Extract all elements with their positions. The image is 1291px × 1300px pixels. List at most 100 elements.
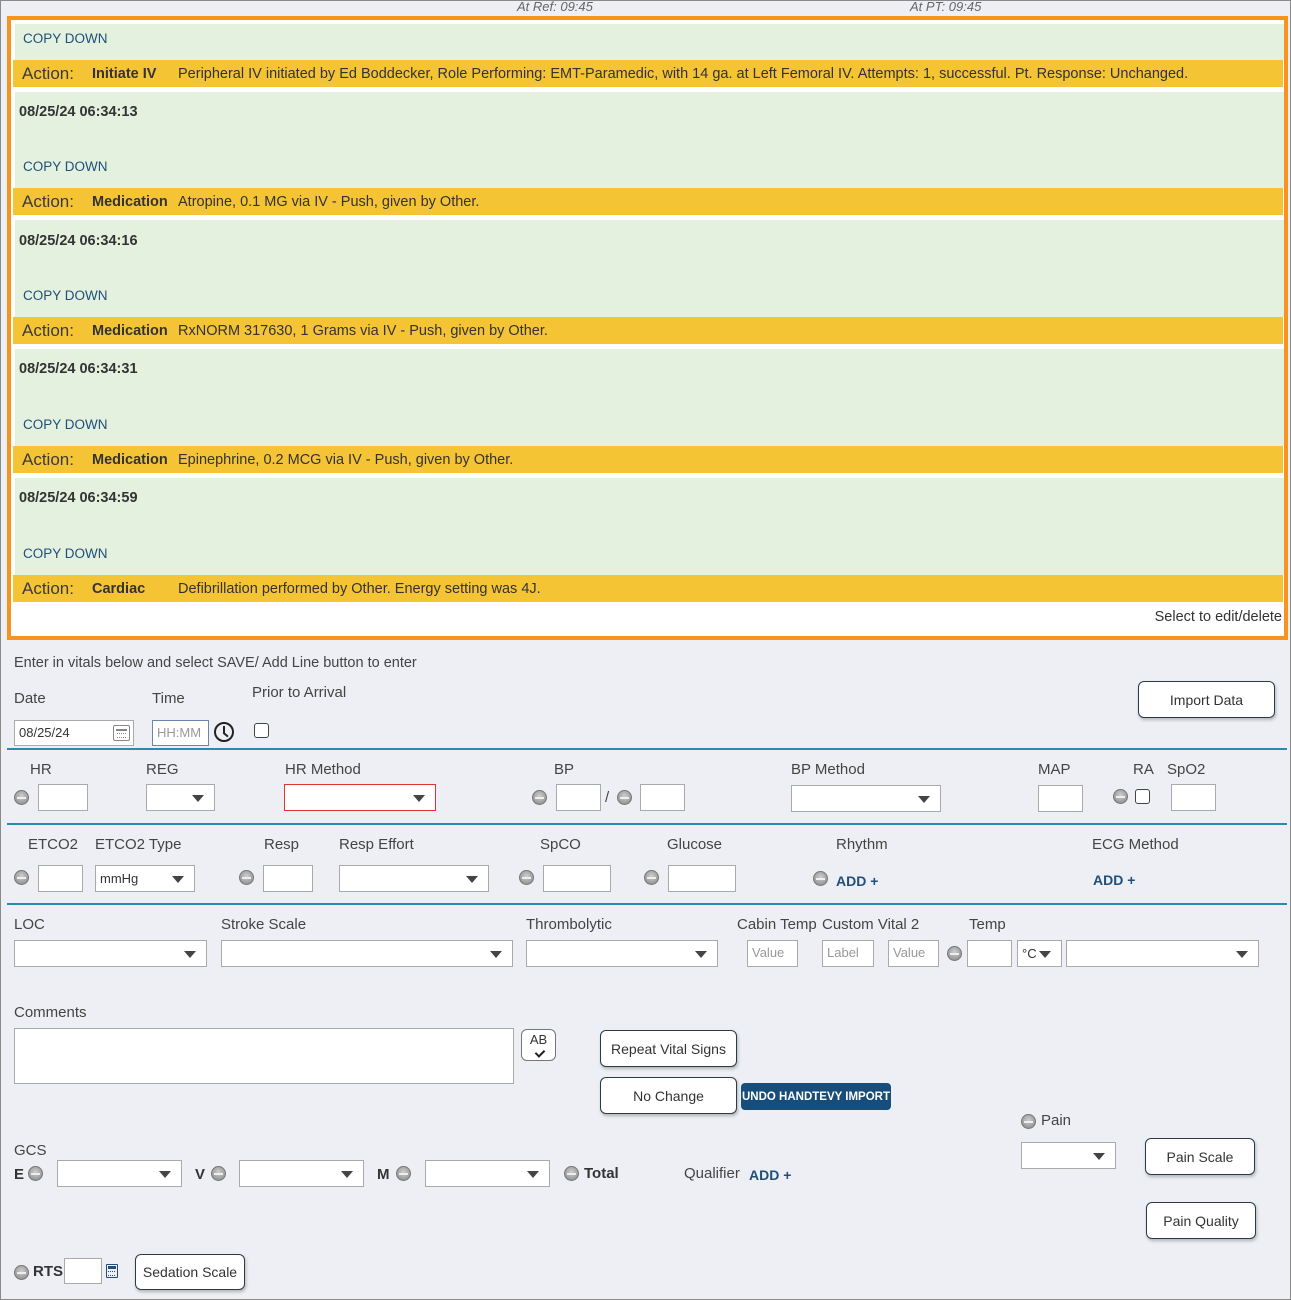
ra-label: RA [1133, 761, 1154, 778]
section-divider [7, 748, 1287, 750]
action-row[interactable]: Action: Medication Epinephrine, 0.2 MCG … [13, 446, 1283, 473]
resp-effort-select[interactable] [339, 865, 489, 892]
bp-diastolic-input[interactable] [640, 784, 685, 811]
action-row[interactable]: Action: Medication Atropine, 0.1 MG via … [13, 188, 1283, 215]
copy-down-link[interactable]: COPY DOWN [23, 159, 108, 174]
select-edit-hint: Select to edit/delete [1154, 609, 1282, 625]
import-data-button[interactable]: Import Data [1138, 681, 1275, 718]
resp-label: Resp [264, 836, 300, 853]
action-description: RxNORM 317630, 1 Grams via IV - Push, gi… [178, 322, 548, 339]
gcs-m-select[interactable] [425, 1160, 550, 1187]
ra-checkbox[interactable] [1135, 789, 1150, 804]
etco2-status-icon[interactable] [14, 870, 29, 885]
comments-textarea[interactable] [14, 1028, 514, 1084]
temp-method-select[interactable] [1066, 940, 1259, 967]
cabin-temp-placeholder: Value [752, 945, 785, 960]
ra-status-icon[interactable] [1113, 789, 1128, 804]
at-pt-label: At PT: 09:45 [910, 0, 982, 14]
rts-input[interactable] [64, 1258, 102, 1284]
pain-scale-button[interactable]: Pain Scale [1145, 1138, 1255, 1175]
bp-status-icon[interactable] [532, 790, 547, 805]
spco-status-icon[interactable] [519, 870, 534, 885]
spo2-input[interactable] [1171, 784, 1216, 811]
pain-select[interactable] [1021, 1142, 1116, 1169]
temp-status-icon[interactable] [947, 946, 962, 961]
resp-status-icon[interactable] [239, 870, 254, 885]
action-row[interactable]: Action: Initiate IV Peripheral IV initia… [13, 60, 1283, 87]
cabin-temp-input[interactable]: Value [747, 940, 798, 967]
glucose-input[interactable] [668, 865, 736, 892]
gcs-v-select[interactable] [239, 1160, 364, 1187]
etco2-type-select[interactable]: mmHg [95, 865, 195, 892]
log-band [15, 220, 1284, 317]
undo-handtevy-import-button[interactable]: UNDO HANDTEVY IMPORT [741, 1083, 891, 1110]
clock-icon[interactable] [214, 722, 234, 742]
custom-vital-label-input[interactable]: Label [822, 940, 874, 967]
resp-input[interactable] [263, 865, 313, 892]
spellcheck-icon[interactable]: AB [521, 1029, 556, 1061]
copy-down-link[interactable]: COPY DOWN [23, 31, 108, 46]
hr-method-select[interactable] [284, 784, 436, 811]
etco2-input[interactable] [38, 865, 83, 892]
copy-down-link[interactable]: COPY DOWN [23, 288, 108, 303]
hr-input[interactable] [38, 784, 88, 811]
prior-to-arrival-checkbox[interactable] [254, 723, 269, 738]
custom-vital-value-input[interactable]: Value [888, 940, 939, 967]
spco-input[interactable] [543, 865, 611, 892]
gcs-e-status-icon[interactable] [28, 1166, 43, 1181]
sedation-scale-button[interactable]: Sedation Scale [135, 1254, 245, 1290]
hr-status-icon[interactable] [14, 790, 29, 805]
temp-input[interactable] [967, 940, 1012, 967]
action-type: Medication [92, 193, 168, 210]
gcs-total-status-icon[interactable] [564, 1166, 579, 1181]
loc-select[interactable] [14, 940, 207, 967]
bp-diastolic-status-icon[interactable] [617, 790, 632, 805]
gcs-e-select[interactable] [57, 1160, 182, 1187]
stroke-scale-select[interactable] [221, 940, 513, 967]
action-prefix: Action: [22, 320, 74, 340]
thrombolytic-label: Thrombolytic [526, 916, 612, 933]
repeat-vital-signs-button[interactable]: Repeat Vital Signs [600, 1030, 737, 1067]
glucose-label: Glucose [667, 836, 723, 853]
action-prefix: Action: [22, 578, 74, 598]
temp-label: Temp [969, 916, 1006, 933]
action-row[interactable]: Action: Cardiac Defibrillation performed… [13, 575, 1283, 602]
stroke-scale-label: Stroke Scale [221, 916, 307, 933]
gcs-v-status-icon[interactable] [211, 1166, 226, 1181]
rts-status-icon[interactable] [14, 1265, 29, 1280]
reg-label: REG [146, 761, 179, 778]
entry-timestamp: 08/25/24 06:34:31 [19, 361, 138, 377]
section-divider [7, 823, 1287, 825]
rhythm-add-link[interactable]: ADD + [836, 873, 878, 889]
copy-down-link[interactable]: COPY DOWN [23, 417, 108, 432]
bp-method-select[interactable] [791, 785, 941, 812]
pain-quality-button[interactable]: Pain Quality [1146, 1202, 1256, 1239]
action-description: Defibrillation performed by Other. Energ… [178, 580, 541, 597]
map-label: MAP [1038, 761, 1071, 778]
action-type: Cardiac [92, 580, 146, 597]
ecg-method-add-link[interactable]: ADD + [1093, 872, 1135, 888]
log-band [15, 92, 1284, 188]
calendar-icon[interactable] [113, 725, 130, 741]
calculator-icon[interactable] [106, 1264, 118, 1278]
action-row[interactable]: Action: Medication RxNORM 317630, 1 Gram… [13, 317, 1283, 344]
etco2-type-value: mmHg [100, 871, 139, 886]
copy-down-link[interactable]: COPY DOWN [23, 546, 108, 561]
bp-systolic-input[interactable] [556, 784, 601, 811]
spco-label: SpCO [540, 836, 581, 853]
reg-select[interactable] [146, 784, 215, 811]
thrombolytic-select[interactable] [526, 940, 718, 967]
glucose-status-icon[interactable] [644, 870, 659, 885]
temp-unit-select[interactable]: °C [1017, 940, 1062, 967]
date-label: Date [14, 690, 46, 707]
rhythm-status-icon[interactable] [813, 871, 828, 886]
time-input[interactable]: HH:MM [152, 720, 209, 746]
qualifier-add-link[interactable]: ADD + [749, 1167, 791, 1183]
resp-effort-label: Resp Effort [339, 836, 414, 853]
pain-status-icon[interactable] [1021, 1114, 1036, 1129]
etco2-type-label: ETCO2 Type [95, 836, 182, 853]
gcs-total-label: Total [584, 1165, 619, 1182]
no-change-button[interactable]: No Change [600, 1077, 737, 1114]
gcs-m-status-icon[interactable] [396, 1166, 411, 1181]
map-input[interactable] [1038, 785, 1083, 812]
